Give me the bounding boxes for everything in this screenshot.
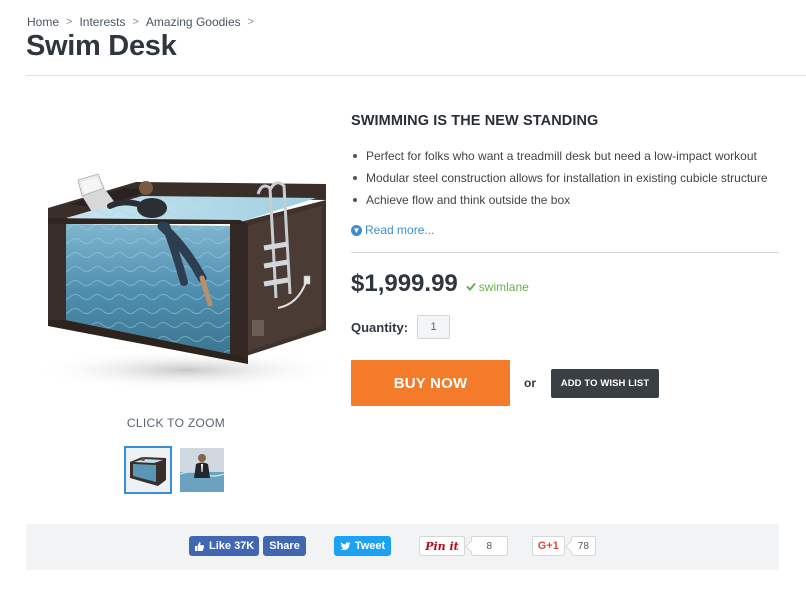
or-label: or [524, 376, 536, 390]
feature-item: Achieve flow and think outside the box [351, 189, 781, 211]
quantity-label: Quantity: [351, 319, 409, 335]
chevron-right-icon: > [247, 16, 255, 28]
checkmark-icon [466, 282, 476, 291]
social-share-bar: Like 37K Share Tweet Pin it 8 G+1 78 [26, 524, 779, 570]
price-row: $1,999.99 swimlane [351, 270, 781, 298]
breadcrumb: Home > Interests > Amazing Goodies > [27, 15, 261, 29]
thumbnail-strip [124, 446, 226, 494]
stock-label: swimlane [478, 279, 529, 294]
pinterest-pin-button[interactable]: Pin it [419, 536, 465, 556]
info-circle-icon: ▼ [351, 224, 362, 236]
click-to-zoom-label[interactable]: CLICK TO ZOOM [26, 416, 326, 430]
product-price: $1,999.99 [351, 270, 458, 297]
add-to-wishlist-button[interactable]: ADD TO WISH LIST [551, 368, 659, 398]
page-title: Swim Desk [26, 30, 177, 62]
facebook-like-label: Like 37K [209, 540, 255, 552]
purchase-actions: BUY NOW or ADD TO WISH LIST [351, 360, 781, 406]
feature-list: Perfect for folks who want a treadmill d… [351, 145, 781, 211]
product-tagline: SWIMMING IS THE NEW STANDING [351, 113, 599, 129]
details-divider [351, 252, 779, 253]
quantity-row: Quantity: 1 [351, 315, 781, 339]
chevron-right-icon: > [66, 16, 73, 28]
tweet-label: Tweet [354, 540, 386, 552]
read-more-label: Read more... [365, 223, 435, 237]
google-plus-count: 78 [570, 536, 596, 556]
thumbs-up-icon [195, 541, 205, 551]
share-buttons: Like 37K Share Tweet Pin it 8 G+1 78 [189, 536, 596, 556]
tweet-button[interactable]: Tweet [333, 536, 392, 556]
breadcrumb-home[interactable]: Home [27, 15, 59, 29]
product-image[interactable] [26, 108, 341, 392]
title-divider [26, 75, 806, 76]
thumbnail-man-in-water[interactable] [178, 446, 226, 494]
quantity-input[interactable]: 1 [417, 315, 451, 339]
feature-item: Perfect for folks who want a treadmill d… [351, 145, 781, 167]
thumbnail-swim-desk[interactable] [124, 446, 172, 494]
breadcrumb-amazing-goodies[interactable]: Amazing Goodies [146, 15, 241, 29]
chevron-right-icon: > [132, 16, 139, 28]
product-details: SWIMMING IS THE NEW STANDING Perfect for… [351, 108, 781, 406]
pin-count: 8 [470, 536, 508, 556]
buy-now-button[interactable]: BUY NOW [351, 360, 510, 406]
google-plus-button[interactable]: G+1 [531, 536, 565, 556]
stock-status: swimlane [466, 280, 529, 294]
read-more-link[interactable]: ▼ Read more... [351, 223, 781, 237]
feature-item: Modular steel construction allows for in… [351, 167, 781, 189]
facebook-like-button[interactable]: Like 37K [189, 536, 260, 556]
twitter-bird-icon [340, 541, 351, 550]
facebook-share-button[interactable]: Share [263, 536, 306, 556]
breadcrumb-interests[interactable]: Interests [79, 15, 125, 29]
